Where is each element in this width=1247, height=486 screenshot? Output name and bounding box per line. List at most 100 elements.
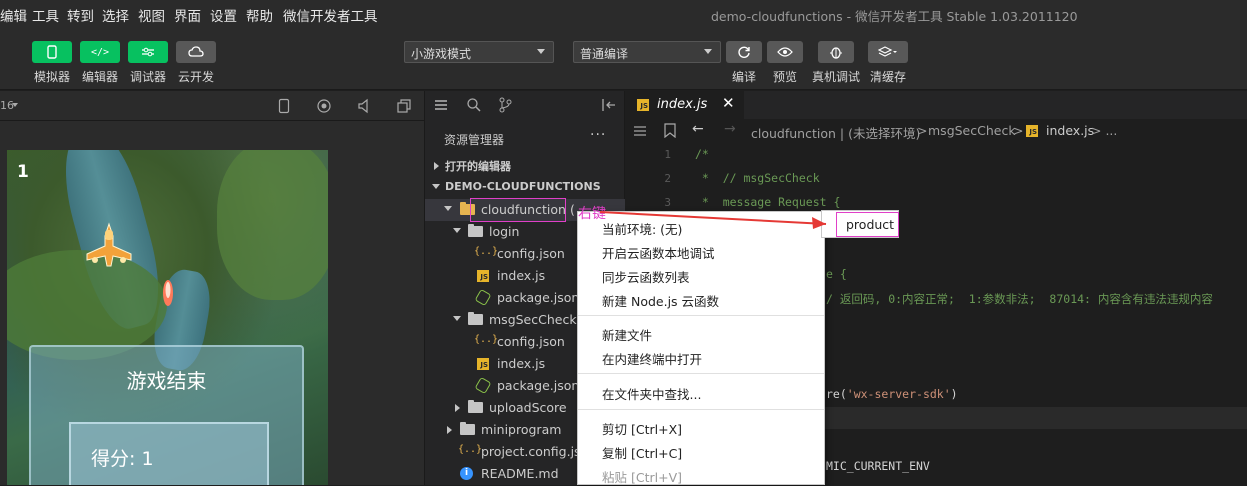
tree-item-label: index.js [497, 356, 546, 371]
bookmark-icon[interactable] [664, 123, 676, 138]
menu-divider [578, 315, 824, 316]
simulator-panel: 16 1 游戏结束 得分: 1 [0, 91, 425, 485]
phone-icon[interactable] [278, 98, 290, 114]
menu-view[interactable]: 视图 [138, 5, 165, 25]
game-over-title: 游戏结束 [126, 369, 207, 393]
menu-select[interactable]: 选择 [102, 5, 129, 25]
device-debug-button[interactable] [818, 41, 854, 63]
compile-select[interactable]: 普通编译 [573, 41, 721, 63]
menu-item-open-terminal[interactable]: 在内建终端中打开 [602, 349, 702, 368]
code-line[interactable]: e { [826, 267, 847, 281]
menu-item-new-node-function[interactable]: 新建 Node.js 云函数 [602, 291, 719, 310]
menu-item-sync-list[interactable]: 同步云函数列表 [602, 267, 690, 286]
debugger-toggle-button[interactable] [128, 41, 168, 63]
search-icon[interactable] [466, 97, 482, 113]
line-number: 2 [664, 172, 671, 185]
code-line[interactable]: MIC_CURRENT_ENV [826, 459, 930, 473]
folder-icon [468, 224, 483, 237]
tree-item-label: index.js [497, 268, 546, 283]
cloud-icon [188, 46, 204, 57]
menu-item-find-in-folder[interactable]: 在文件夹中查找... [602, 384, 701, 403]
game-over-panel: 游戏结束 得分: 1 [29, 345, 304, 485]
simulator-toggle-button[interactable] [32, 41, 72, 63]
refresh-icon [738, 46, 750, 58]
device-debug-label: 真机调试 [812, 70, 861, 84]
context-menu: 当前环境: (无) 开启云函数本地调试 同步云函数列表 新建 Node.js 云… [577, 211, 825, 485]
collapse-panel-icon[interactable] [601, 98, 617, 112]
menu-devtools[interactable]: 微信开发者工具 [283, 5, 378, 25]
json-file-icon: {..} [474, 334, 499, 345]
final-score: 得分: 1 [91, 448, 154, 470]
close-icon[interactable]: ✕ [722, 94, 735, 112]
menu-item-cut[interactable]: 剪切 [Ctrl+X] [602, 419, 682, 438]
record-icon[interactable] [316, 98, 332, 114]
code-token: re( [826, 387, 847, 401]
code-line[interactable]: / 返回码, 0:内容正常; 1:参数非法; 87014: 内容含有违法违规内容 [826, 291, 1213, 307]
open-editors-label: 打开的编辑器 [445, 160, 511, 173]
project-section[interactable]: DEMO-CLOUDFUNCTIONS [425, 177, 625, 199]
game-screen[interactable]: 1 游戏结束 得分: 1 [7, 150, 328, 485]
forward-arrow-icon[interactable]: → [724, 121, 736, 137]
volume-icon[interactable] [357, 98, 371, 114]
cloud-dev-button[interactable] [176, 41, 216, 63]
mode-select[interactable]: 小游戏模式 [404, 41, 554, 63]
tab-index-js[interactable]: JS index.js ✕ [626, 91, 744, 119]
tree-item-label: package.json [497, 290, 580, 305]
game-score-counter: 1 [17, 162, 29, 182]
tree-item-label: config.json [497, 246, 565, 261]
line-number: 1 [664, 148, 671, 161]
editor-toggle-button[interactable]: </> [80, 41, 120, 63]
code-line[interactable]: * message Request { [695, 195, 840, 209]
chevron-down-icon [704, 49, 712, 54]
submenu-item-product[interactable]: product [846, 217, 894, 232]
json-file-icon: {..} [474, 246, 499, 257]
folder-icon [468, 312, 483, 325]
plane-icon [86, 222, 132, 267]
compile-button[interactable] [726, 41, 762, 63]
menu-edit[interactable]: 编辑 [0, 5, 27, 25]
menu-item-new-file[interactable]: 新建文件 [602, 325, 652, 344]
breadcrumb-separator: > [1013, 123, 1024, 138]
menu-bar: 编辑 工具 转到 选择 视图 界面 设置 帮助 微信开发者工具 demo-clo… [0, 0, 1247, 28]
code-string: 'wx-server-sdk' [846, 387, 951, 401]
chevron-right-icon [434, 162, 439, 170]
eye-icon [777, 47, 793, 57]
clear-cache-button[interactable] [868, 41, 908, 63]
toolbar: 模拟器 </> 编辑器 调试器 云开发 小游戏模式 普通编译 编译 预览 真机调… [0, 28, 1247, 90]
tree-item-label: uploadScore [489, 400, 567, 415]
tree-item-label: README.md [481, 466, 559, 481]
back-arrow-icon[interactable]: ← [692, 121, 704, 137]
menu-interface[interactable]: 界面 [174, 5, 201, 25]
preview-label: 预览 [773, 70, 798, 84]
chevron-right-icon [455, 404, 460, 412]
node-package-icon [474, 376, 492, 395]
code-token: ) [950, 387, 958, 401]
code-line[interactable]: /* [695, 147, 709, 161]
source-control-icon[interactable] [498, 97, 512, 113]
highlight-box [470, 198, 566, 222]
tree-item-label: config.json [497, 334, 565, 349]
menu-settings[interactable]: 设置 [210, 5, 237, 25]
menu-help[interactable]: 帮助 [246, 5, 273, 25]
menu-item-local-debug[interactable]: 开启云函数本地调试 [602, 243, 715, 262]
menu-item-copy[interactable]: 复制 [Ctrl+C] [602, 443, 682, 462]
breadcrumb-part[interactable]: msgSecCheck [928, 123, 1016, 138]
menu-goto[interactable]: 转到 [67, 5, 94, 25]
more-actions-icon[interactable]: ··· [590, 127, 606, 143]
menu-item-paste: 粘贴 [Ctrl+V] [602, 470, 682, 485]
breadcrumb-separator: > [917, 123, 928, 138]
open-editors-section[interactable]: 打开的编辑器 [425, 155, 625, 177]
outline-icon[interactable] [633, 124, 647, 138]
detach-window-icon[interactable] [396, 98, 412, 114]
menu-item-current-env[interactable]: 当前环境: (无) [602, 219, 682, 238]
simulator-label: 模拟器 [34, 70, 71, 84]
menu-tools[interactable]: 工具 [32, 5, 59, 25]
breadcrumb-part[interactable]: cloudfunction | (未选择环境) [751, 123, 920, 142]
code-line[interactable]: re('wx-server-sdk') [826, 387, 958, 401]
breadcrumb-part[interactable]: index.js [1046, 123, 1094, 138]
code-line[interactable]: * // msgSecCheck [695, 171, 820, 185]
preview-button[interactable] [767, 41, 803, 63]
list-icon[interactable] [434, 98, 448, 112]
bug-icon [830, 47, 842, 59]
editor-label: 编辑器 [82, 70, 119, 84]
